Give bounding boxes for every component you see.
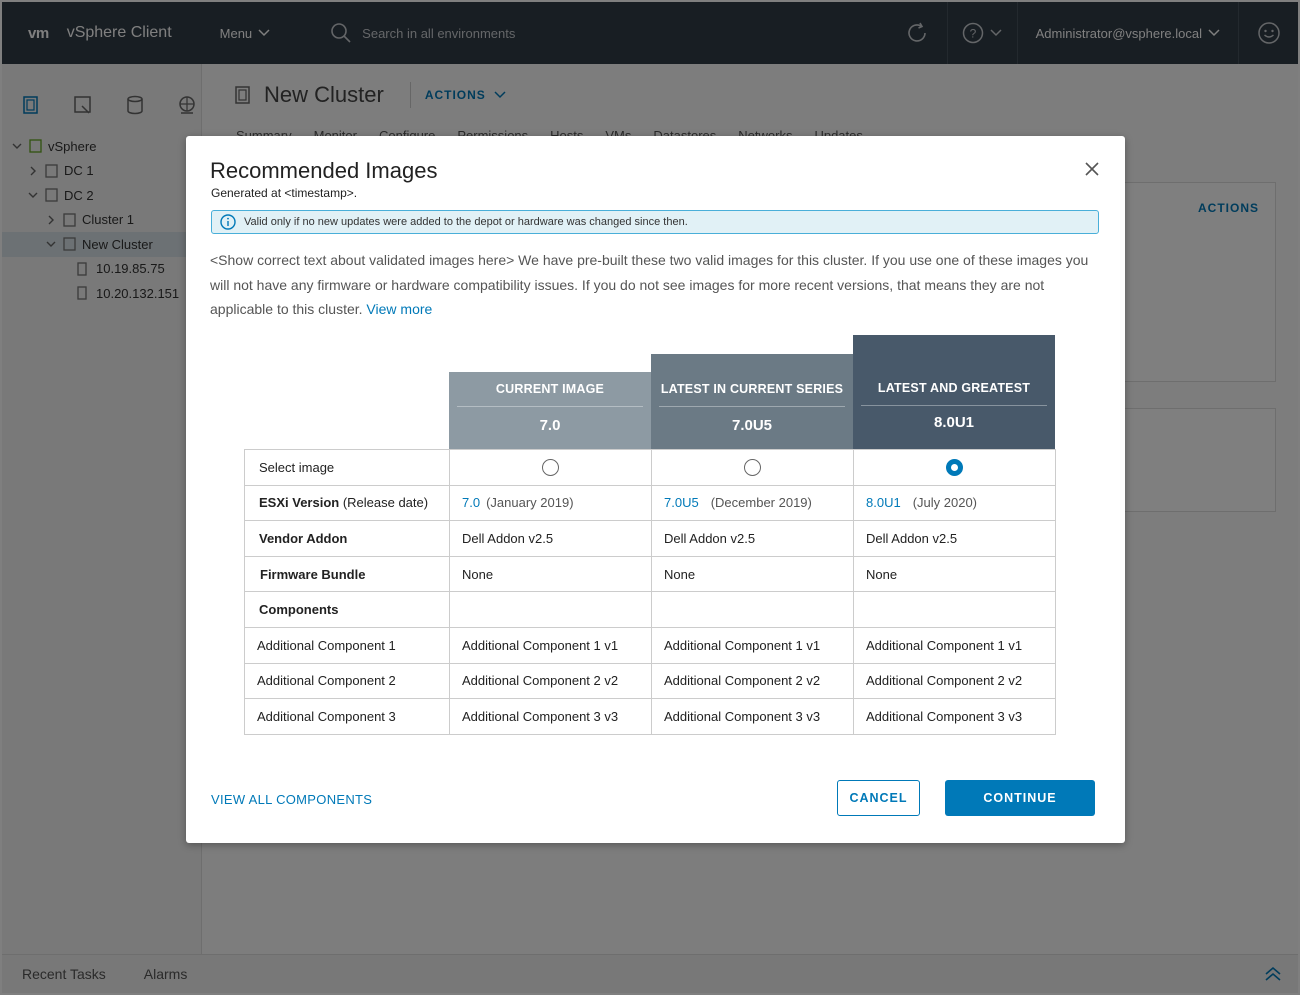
- radio-image-2[interactable]: [946, 458, 963, 476]
- row-label: Additional Component 3: [244, 698, 450, 735]
- close-icon: [1085, 162, 1099, 176]
- column-header-label: LATEST IN CURRENT SERIES: [660, 382, 844, 396]
- info-icon: [220, 214, 236, 230]
- table-row-components: Components: [244, 591, 1056, 628]
- dialog-subtitle: Generated at <timestamp>.: [211, 186, 358, 200]
- table-cell: Dell Addon v2.5: [853, 520, 1056, 557]
- table-cell: [651, 591, 854, 628]
- table-cell: Additional Component 3 v3: [651, 698, 854, 735]
- table-row-component: Additional Component 1 Additional Compon…: [244, 626, 1056, 664]
- table-row-select-image: Select image: [244, 449, 1056, 486]
- table-cell: Additional Component 2 v2: [853, 662, 1056, 700]
- radio-image-0[interactable]: [542, 458, 559, 476]
- view-more-link[interactable]: View more: [366, 301, 432, 317]
- table-row-component: Additional Component 3 Additional Compon…: [244, 698, 1056, 735]
- column-header-current-image: CURRENT IMAGE 7.0: [449, 372, 651, 449]
- cancel-button[interactable]: CANCEL: [837, 780, 920, 816]
- select-cell-2: [853, 449, 1056, 486]
- table-cell: Dell Addon v2.5: [651, 520, 854, 557]
- esxi-version-link[interactable]: 8.0U1: [866, 495, 901, 510]
- dialog-description: <Show correct text about validated image…: [210, 248, 1106, 322]
- table-cell: None: [853, 555, 1056, 593]
- table-cell: [449, 591, 652, 628]
- esxi-label-bold: ESXi Version: [259, 495, 340, 511]
- table-cell: Additional Component 1 v1: [853, 626, 1056, 664]
- radio-image-1[interactable]: [744, 458, 761, 476]
- close-button[interactable]: [1085, 162, 1099, 181]
- column-header-version: 7.0: [539, 417, 561, 434]
- esxi-release-date: (December 2019): [710, 495, 812, 511]
- column-header-label: CURRENT IMAGE: [495, 382, 605, 396]
- select-cell-1: [651, 449, 854, 486]
- esxi-label-rest: (Release date): [339, 495, 429, 511]
- row-label: ESXi Version (Release date): [244, 484, 450, 522]
- table-row-vendor-addon: Vendor Addon Dell Addon v2.5 Dell Addon …: [244, 520, 1056, 557]
- esxi-cell: 7.0 (January 2019): [449, 484, 652, 522]
- view-all-components-link[interactable]: VIEW ALL COMPONENTS: [211, 792, 372, 807]
- select-cell-0: [449, 449, 652, 486]
- row-label: Additional Component 2: [244, 662, 450, 700]
- image-comparison-table: Select image ESXi Version (Release date)…: [244, 449, 1056, 735]
- esxi-cell: 8.0U1 (July 2020): [853, 484, 1056, 522]
- table-cell: Additional Component 2 v2: [651, 662, 854, 700]
- column-header-latest-in-series: LATEST IN CURRENT SERIES 7.0U5: [651, 354, 853, 449]
- table-cell: None: [651, 555, 854, 593]
- table-cell: Additional Component 2 v2: [449, 662, 652, 700]
- row-label: Select image: [244, 449, 450, 486]
- esxi-version-link[interactable]: 7.0U5: [664, 495, 699, 510]
- table-cell: Additional Component 3 v3: [853, 698, 1056, 735]
- continue-button[interactable]: CONTINUE: [945, 780, 1095, 816]
- table-row-firmware-bundle: Firmware Bundle None None None: [244, 555, 1056, 593]
- table-cell: [853, 591, 1056, 628]
- table-cell: Additional Component 3 v3: [449, 698, 652, 735]
- esxi-release-date: (January 2019): [486, 495, 574, 511]
- info-alert: Valid only if no new updates were added …: [211, 210, 1099, 234]
- column-header-version: 7.0U5: [731, 417, 773, 434]
- description-text: <Show correct text about validated image…: [210, 252, 1089, 317]
- column-header-label: LATEST AND GREATEST: [877, 381, 1031, 395]
- table-cell: None: [449, 555, 652, 593]
- table-row-component: Additional Component 2 Additional Compon…: [244, 662, 1056, 700]
- row-label: Vendor Addon: [244, 520, 450, 557]
- esxi-release-date: (July 2020): [912, 495, 978, 511]
- table-row-esxi-version: ESXi Version (Release date) 7.0 (January …: [244, 484, 1056, 522]
- table-cell: Dell Addon v2.5: [449, 520, 652, 557]
- column-header-latest-and-greatest: LATEST AND GREATEST 8.0U1: [853, 335, 1055, 449]
- row-label: Firmware Bundle: [244, 555, 450, 593]
- info-text: Valid only if no new updates were added …: [244, 216, 688, 228]
- recommended-images-dialog: Recommended Images Generated at <timesta…: [186, 136, 1125, 843]
- table-cell: Additional Component 1 v1: [651, 626, 854, 664]
- column-header-version: 8.0U1: [933, 414, 975, 431]
- esxi-cell: 7.0U5 (December 2019): [651, 484, 854, 522]
- row-label: Components: [244, 591, 450, 628]
- esxi-version-link[interactable]: 7.0: [462, 495, 480, 510]
- row-label: Additional Component 1: [244, 626, 450, 664]
- table-cell: Additional Component 1 v1: [449, 626, 652, 664]
- dialog-title: Recommended Images: [210, 158, 438, 183]
